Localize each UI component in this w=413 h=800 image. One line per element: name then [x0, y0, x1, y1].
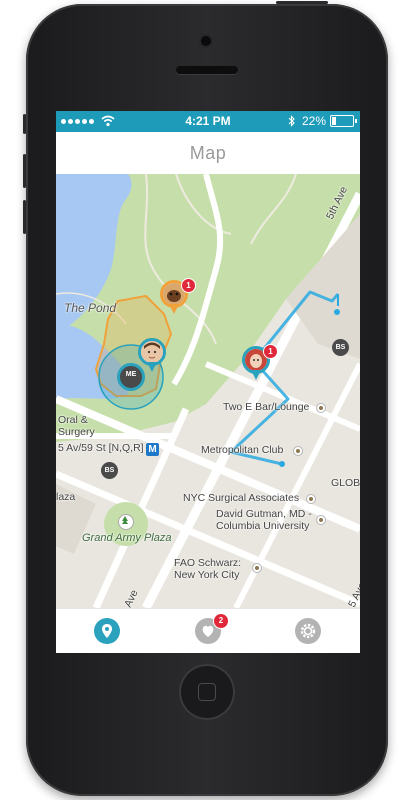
- tab-favorites[interactable]: 2: [195, 613, 229, 644]
- subway-icon[interactable]: M: [146, 443, 159, 456]
- label-gutman-1: David Gutman, MD -: [216, 508, 312, 520]
- poi-gutman[interactable]: [316, 515, 326, 525]
- pin-tail: [147, 362, 157, 372]
- volume-up-button: [23, 154, 26, 188]
- page-title: Map: [189, 142, 227, 163]
- pet-alert-count: 1: [181, 278, 196, 293]
- battery-fill: [332, 117, 336, 125]
- battery-percent: 22%: [301, 114, 326, 128]
- label-fao-2: New York City: [174, 569, 240, 581]
- tab-bar: 2: [56, 608, 360, 653]
- child-alert-count: 1: [263, 344, 278, 359]
- poi-two-e-bar[interactable]: [316, 403, 326, 413]
- label-gutman-2: Columbia University: [216, 520, 310, 532]
- earpiece: [176, 66, 238, 74]
- status-right: 22%: [288, 114, 357, 128]
- tab-map[interactable]: [94, 618, 120, 644]
- label-subway-stop: 5 Av/59 St [N,Q,R]: [58, 442, 144, 454]
- label-fao-1: FAO Schwarz:: [174, 557, 242, 569]
- poi-metropolitan-club[interactable]: [293, 446, 303, 456]
- label-globe: GLOB: [331, 477, 360, 489]
- home-square-icon: [198, 683, 216, 701]
- road: [204, 361, 360, 432]
- label-oral-surgery-1: Oral &: [58, 414, 88, 426]
- power-button: [276, 1, 328, 4]
- screen: 4:21 PM 22% Map The Pond 5th Ave Oral & …: [56, 111, 360, 653]
- route-start-dot: [279, 461, 285, 467]
- battery-tip: [355, 119, 357, 123]
- me-label: ME: [125, 371, 137, 378]
- label-plaza: laza: [56, 491, 76, 503]
- gear-icon: [300, 623, 316, 639]
- road: [56, 395, 360, 533]
- nav-bar: Map: [56, 132, 360, 175]
- battery-icon: [330, 115, 357, 127]
- bus-stop-badge[interactable]: BS: [101, 462, 118, 479]
- pin-tail: [169, 304, 179, 314]
- label-metropolitan-club: Metropolitan Club: [201, 444, 284, 456]
- home-button[interactable]: [179, 664, 235, 720]
- label-the-pond: The Pond: [64, 301, 117, 315]
- route-end-dot: [334, 309, 340, 315]
- poi-fao-schwarz[interactable]: [252, 563, 262, 573]
- pin-tail: [251, 370, 261, 380]
- label-oral-surgery-2: Surgery: [58, 426, 95, 438]
- my-location-marker[interactable]: ME: [117, 363, 145, 391]
- boy-avatar-icon: [141, 341, 163, 363]
- label-grand-army-plaza: Grand Army Plaza: [82, 532, 172, 544]
- pet-marker-dog[interactable]: 1: [160, 278, 196, 320]
- park-tree-icon: [118, 514, 134, 530]
- label-nyc-surgical: NYC Surgical Associates: [183, 492, 300, 504]
- bluetooth-icon: [288, 115, 295, 127]
- child-marker-girl[interactable]: 1: [242, 344, 278, 386]
- map-view[interactable]: The Pond 5th Ave Oral & Surgery 5 Av/59 …: [56, 174, 360, 608]
- front-camera: [201, 36, 211, 46]
- mute-switch: [23, 114, 26, 134]
- tab-settings[interactable]: [295, 618, 321, 644]
- status-bar: 4:21 PM 22%: [56, 111, 360, 132]
- label-two-e-bar: Two E Bar/Lounge: [223, 401, 310, 413]
- bus-stop-badge[interactable]: BS: [332, 339, 349, 356]
- map-pin-icon: [102, 624, 112, 638]
- volume-down-button: [23, 200, 26, 234]
- poi-nyc-surgical[interactable]: [306, 494, 316, 504]
- favorites-badge: 2: [213, 613, 229, 629]
